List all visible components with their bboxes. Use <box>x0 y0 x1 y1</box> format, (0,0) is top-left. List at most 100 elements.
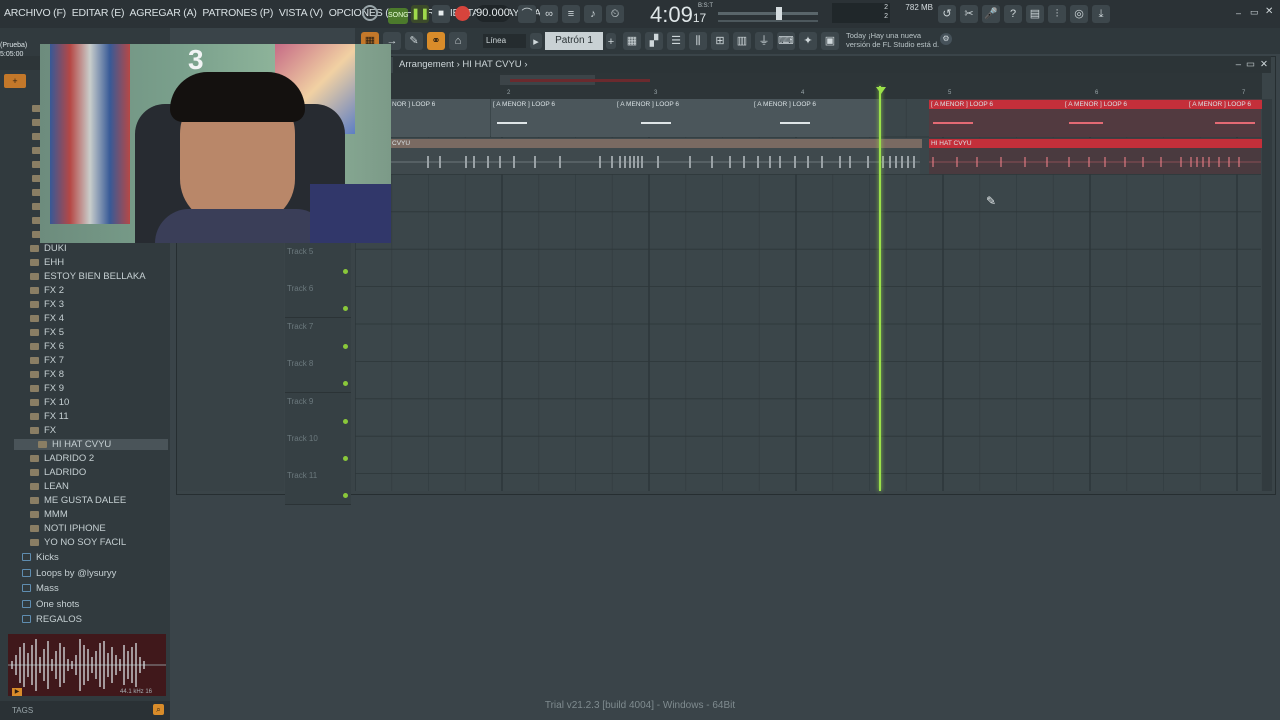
browser-item[interactable]: MMM <box>30 509 68 520</box>
browser-item[interactable]: FX 11 <box>30 411 69 422</box>
track-mute-led-icon[interactable] <box>343 493 348 499</box>
playlist-minimize-icon[interactable]: – <box>1236 56 1241 73</box>
template-icon[interactable]: ▣ <box>821 32 839 50</box>
track-mute-led-icon[interactable] <box>343 343 348 349</box>
menu-editar[interactable]: EDITAR (E) <box>72 7 125 19</box>
save-icon[interactable]: ▤ <box>1026 5 1044 23</box>
browser-item[interactable]: NOTI IPHONE <box>30 523 106 534</box>
menu-agregar[interactable]: AGREGAR (A) <box>129 7 196 19</box>
playlist-scrollbar[interactable] <box>1262 99 1272 491</box>
record-button[interactable] <box>455 6 470 21</box>
blend-notes-icon[interactable]: ♪ <box>584 5 602 23</box>
browser-item[interactable]: FX 3 <box>30 299 64 310</box>
wait-icon[interactable]: ⌒ <box>518 5 536 23</box>
browser-item[interactable]: YO NO SOY FACIL <box>30 537 126 548</box>
project-browser-icon[interactable]: ▥ <box>733 32 751 50</box>
close-window-icon[interactable]: ✕ <box>1265 6 1273 17</box>
playlist-maximize-icon[interactable]: ▭ <box>1246 56 1255 73</box>
pause-button[interactable]: ❚❚ <box>411 5 429 23</box>
browser-item[interactable]: FX 4 <box>30 313 64 324</box>
update-hint[interactable]: Today ¡Hay una nueva versión de FL Studi… <box>846 31 939 49</box>
track-header[interactable]: Track 9 <box>285 392 351 431</box>
browser-item[interactable]: ME GUSTA DALEE <box>30 495 126 506</box>
browser-add-icon[interactable]: + <box>4 74 26 88</box>
script-icon[interactable]: ✦ <box>799 32 817 50</box>
clip-loop6-2[interactable]: [ A MENOR ] LOOP 6 <box>491 99 615 137</box>
browser-item[interactable]: LEAN <box>30 481 69 492</box>
hint-dismiss-icon[interactable]: ⚙ <box>940 33 952 45</box>
pencil-icon[interactable]: ✎ <box>405 32 423 50</box>
sample-preview[interactable]: ▶ 44.1 kHz 16 <box>8 634 166 696</box>
browser-folder[interactable]: One shots <box>22 599 79 610</box>
browser-item[interactable]: DUKI <box>30 243 67 254</box>
browser-item[interactable]: FX 6 <box>30 341 64 352</box>
clip-loop6-red-3[interactable]: [ A MENOR ] LOOP 6 <box>1187 99 1263 137</box>
browser-item[interactable]: FX <box>30 425 56 436</box>
browser-folder[interactable]: Loops by @lysuryy <box>22 568 116 579</box>
snap-selector[interactable]: Línea <box>483 34 526 48</box>
song-mode-button[interactable]: SONG <box>388 8 409 24</box>
loop-record-icon[interactable]: ∞ <box>540 5 558 23</box>
microphone-icon[interactable]: 🎤 <box>982 5 1000 23</box>
browser-item[interactable]: LADRIDO 2 <box>30 453 94 464</box>
piano-roll-icon[interactable]: ▞ <box>645 32 663 50</box>
browser-item[interactable]: FX 5 <box>30 327 64 338</box>
clip-loop6-3[interactable]: [ A MENOR ] LOOP 6 <box>615 99 752 137</box>
metronome-icon[interactable] <box>362 5 378 21</box>
preview-play-icon[interactable]: ▶ <box>12 688 22 696</box>
download-icon[interactable]: ⤓ <box>1092 5 1110 23</box>
clip-loop6-4[interactable]: [ A MENOR ] LOOP 6 <box>752 99 881 137</box>
clip-loop6-red-1[interactable]: [ A MENOR ] LOOP 6 <box>929 99 1065 137</box>
step-edit-icon[interactable]: ≡ <box>562 5 580 23</box>
menu-vista[interactable]: VISTA (V) <box>279 7 323 19</box>
tempo-display[interactable]: 90.000 <box>476 5 510 22</box>
track-header[interactable]: Track 8 <box>285 355 351 394</box>
plug-icon[interactable]: ⏚ <box>755 32 773 50</box>
minimize-window-icon[interactable]: – <box>1236 8 1241 18</box>
breadcrumb-pattern[interactable]: HI HAT CVYU <box>462 59 521 70</box>
master-volume-slider[interactable] <box>718 7 818 20</box>
track-header[interactable]: Track 11 <box>285 467 351 506</box>
browser-folder[interactable]: REGALOS <box>22 614 82 625</box>
stamp-icon[interactable]: ⌂ <box>449 32 467 50</box>
browser-folder[interactable]: Kicks <box>22 552 59 563</box>
browser-item[interactable]: FX 7 <box>30 355 64 366</box>
browser-item[interactable]: FX 2 <box>30 285 64 296</box>
pattern-prev-icon[interactable]: ▸ <box>530 33 542 49</box>
track-mute-led-icon[interactable] <box>343 418 348 424</box>
cut-tool-icon[interactable]: ✂ <box>960 5 978 23</box>
track-mute-led-icon[interactable] <box>343 456 348 461</box>
clip-loop6-1[interactable]: NOR ] LOOP 6 <box>390 99 490 137</box>
pattern-add-icon[interactable]: + <box>606 33 616 49</box>
clip-hihat-red[interactable]: HI HAT CVYU <box>929 138 1263 174</box>
undo-icon[interactable]: ↺ <box>938 5 956 23</box>
clip-loop6-red-2[interactable]: [ A MENOR ] LOOP 6 <box>1063 99 1189 137</box>
browser-item[interactable]: LADRIDO <box>30 467 86 478</box>
breadcrumb-arrangement[interactable]: Arrangement <box>399 59 454 70</box>
pattern-selector[interactable]: Patrón 1 <box>545 32 603 50</box>
chat-icon[interactable]: ◎ <box>1070 5 1088 23</box>
maximize-window-icon[interactable]: ▭ <box>1250 7 1259 18</box>
mixer-icon[interactable]: ⫶ <box>1048 5 1066 23</box>
menu-archivo[interactable]: ARCHIVO (F) <box>4 7 66 19</box>
browser-item[interactable]: EHH <box>30 257 64 268</box>
volume-handle[interactable] <box>776 7 782 20</box>
browser-folder[interactable]: Mass <box>22 583 59 594</box>
track-header[interactable]: Track 10 <box>285 430 351 468</box>
link-icon[interactable]: ⚭ <box>427 32 445 50</box>
touch-keyboard-icon[interactable]: ⌨ <box>777 32 795 50</box>
plugin-picker-icon[interactable]: ⊞ <box>711 32 729 50</box>
master-pitch-slider[interactable] <box>718 20 818 22</box>
channel-rack-icon[interactable]: ☰ <box>667 32 685 50</box>
stop-button[interactable]: ■ <box>432 5 450 23</box>
playhead-marker-icon[interactable] <box>876 87 886 94</box>
track-header[interactable]: Track 7 <box>285 317 351 356</box>
playlist-window-icon[interactable]: ▦ <box>623 32 641 50</box>
track-mute-led-icon[interactable] <box>343 381 348 387</box>
track-mute-led-icon[interactable] <box>343 269 348 274</box>
track-header[interactable]: Track 5 <box>285 243 351 281</box>
browser-item[interactable]: FX 10 <box>30 397 69 408</box>
countdown-icon[interactable]: ⏲ <box>606 5 624 23</box>
browser-item[interactable]: FX 9 <box>30 383 64 394</box>
track-header[interactable]: Track 6 <box>285 280 351 319</box>
